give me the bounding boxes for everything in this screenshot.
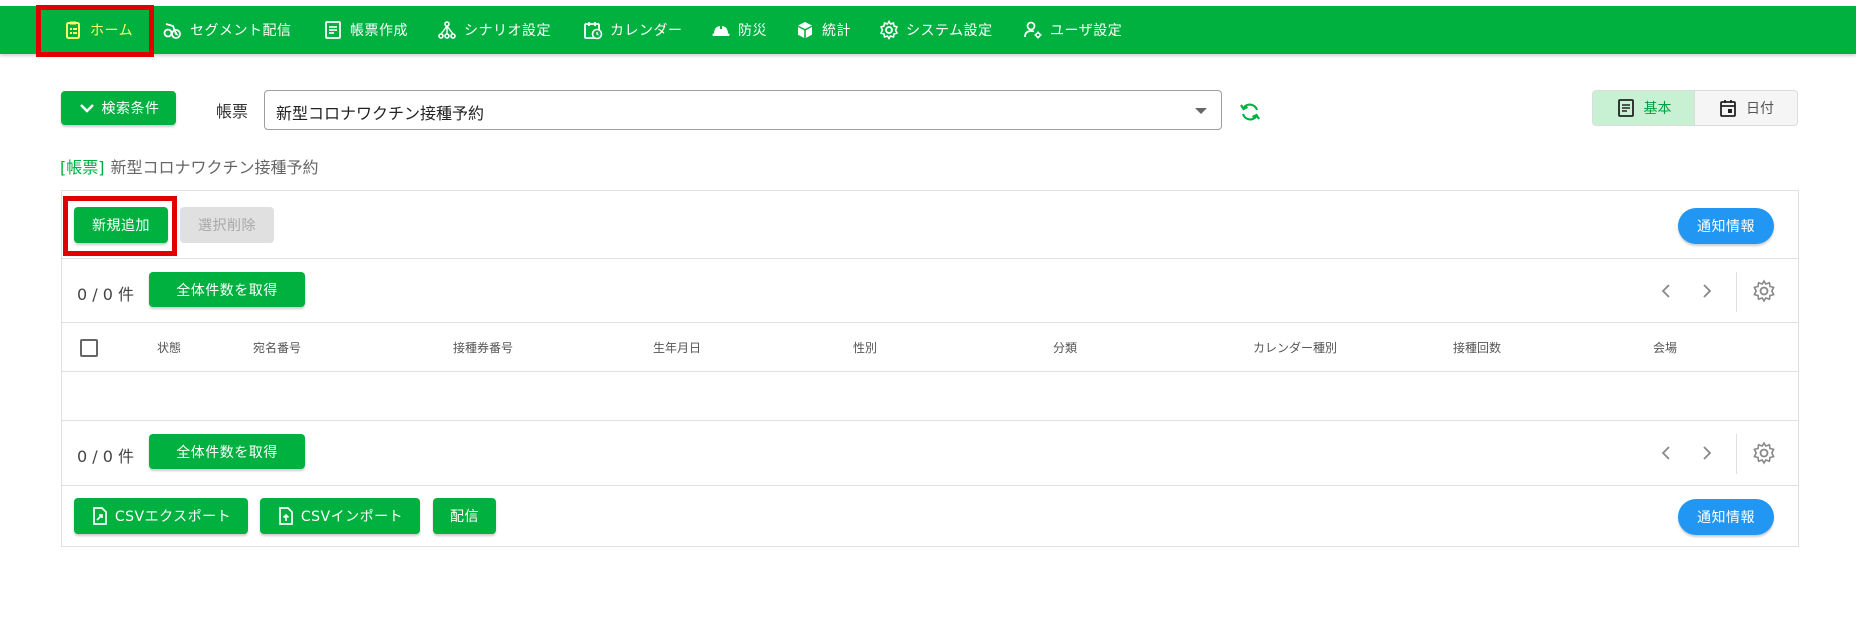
breadcrumb-name: 新型コロナワクチン接種予約: [110, 158, 319, 177]
divider: [61, 371, 1799, 372]
divider: [1736, 272, 1737, 312]
deliver-button[interactable]: 配信: [433, 498, 496, 534]
view-basic-label: 基本: [1643, 101, 1672, 117]
nav-item-system-settings[interactable]: システム設定: [878, 6, 993, 54]
file-import-icon: [279, 507, 293, 525]
nav-item-user-settings[interactable]: ユーザ設定: [1022, 6, 1122, 54]
get-total-count-button[interactable]: 全体件数を取得: [149, 434, 305, 469]
column-header-dose-count[interactable]: 接種回数: [1453, 339, 1501, 356]
column-header-voucher-number[interactable]: 接種券番号: [453, 339, 513, 356]
form-label: 帳票: [216, 102, 249, 121]
form-records-panel: [61, 190, 1799, 547]
divider: [61, 485, 1799, 486]
form-select[interactable]: 新型コロナワクチン接種予約: [264, 90, 1222, 130]
column-header-gender[interactable]: 性別: [853, 339, 877, 356]
refresh-icon[interactable]: [1238, 100, 1262, 124]
csv-import-button[interactable]: CSVインポート: [260, 498, 420, 534]
csv-export-button[interactable]: CSVエクスポート: [74, 498, 248, 534]
divider: [1736, 434, 1737, 474]
search-conditions-button[interactable]: 検索条件: [61, 91, 176, 125]
document-icon: [322, 19, 344, 41]
nav-label: システム設定: [906, 23, 993, 39]
column-header-birthdate[interactable]: 生年月日: [653, 339, 701, 356]
table-settings-gear-icon[interactable]: [1752, 441, 1776, 465]
column-header-category[interactable]: 分類: [1053, 339, 1077, 356]
nav-label: 帳票作成: [350, 23, 408, 39]
list-icon: [1617, 99, 1634, 117]
nav-item-form-create[interactable]: 帳票作成: [322, 6, 408, 54]
calendar-icon: [1720, 100, 1736, 117]
breadcrumb: [帳票] 新型コロナワクチン接種予約: [60, 154, 319, 178]
scenario-icon: [436, 19, 458, 41]
cube-icon: [794, 19, 816, 41]
calendar-clock-icon: [582, 19, 604, 41]
divider: [61, 322, 1799, 323]
nav-label: 防災: [738, 23, 767, 39]
top-navbar: ホーム セグメント配信 帳票作成 シナリオ設定 カレンダー 防災 統計 システム…: [0, 6, 1856, 54]
nav-item-disaster[interactable]: 防災: [710, 6, 767, 54]
view-basic-button[interactable]: 基本: [1593, 91, 1695, 125]
user-gear-icon: [1022, 19, 1044, 41]
nav-label: セグメント配信: [190, 23, 292, 39]
chevron-down-icon: [79, 104, 94, 113]
nav-item-segment[interactable]: セグメント配信: [162, 6, 292, 54]
next-page-icon[interactable]: [1701, 280, 1713, 304]
column-header-calendar-type[interactable]: カレンダー種別: [1253, 339, 1337, 356]
divider: [61, 420, 1799, 421]
notify-info-button[interactable]: 通知情報: [1678, 208, 1774, 244]
search-conditions-label: 検索条件: [101, 101, 160, 117]
column-header-status[interactable]: 状態: [157, 339, 181, 356]
bike-icon: [162, 19, 184, 41]
nav-item-calendar[interactable]: カレンダー: [582, 6, 683, 54]
notify-info-button[interactable]: 通知情報: [1678, 499, 1774, 535]
get-total-count-button[interactable]: 全体件数を取得: [149, 272, 305, 307]
view-toggle: 基本 日付: [1592, 90, 1798, 126]
column-header-venue[interactable]: 会場: [1653, 339, 1677, 356]
view-date-button[interactable]: 日付: [1695, 91, 1797, 125]
next-page-icon[interactable]: [1701, 442, 1713, 466]
column-header-address-number[interactable]: 宛名番号: [253, 339, 301, 356]
delete-selected-button[interactable]: 選択削除: [180, 207, 274, 243]
nav-label: ユーザ設定: [1050, 23, 1123, 39]
record-count: 0 / 0 件: [77, 447, 135, 466]
nav-label: シナリオ設定: [464, 23, 551, 39]
divider: [61, 258, 1799, 259]
highlight-home: [36, 5, 154, 57]
select-all-checkbox[interactable]: [80, 339, 98, 357]
caret-down-icon: [1195, 108, 1207, 114]
prev-page-icon[interactable]: [1660, 442, 1672, 466]
helmet-icon: [710, 19, 732, 41]
nav-item-stats[interactable]: 統計: [794, 6, 851, 54]
record-count: 0 / 0 件: [77, 285, 135, 304]
csv-export-label: CSVエクスポート: [114, 509, 232, 525]
csv-import-label: CSVインポート: [300, 509, 404, 525]
nav-label: カレンダー: [610, 23, 683, 39]
nav-item-scenario[interactable]: シナリオ設定: [436, 6, 551, 54]
form-select-value: 新型コロナワクチン接種予約: [276, 104, 485, 123]
gear-icon: [878, 19, 900, 41]
nav-label: 統計: [822, 23, 851, 39]
add-new-button[interactable]: 新規追加: [74, 207, 168, 243]
table-settings-gear-icon[interactable]: [1752, 279, 1776, 303]
breadcrumb-tag: [帳票]: [60, 158, 105, 177]
prev-page-icon[interactable]: [1660, 280, 1672, 304]
view-date-label: 日付: [1746, 101, 1774, 117]
file-export-icon: [92, 507, 107, 525]
